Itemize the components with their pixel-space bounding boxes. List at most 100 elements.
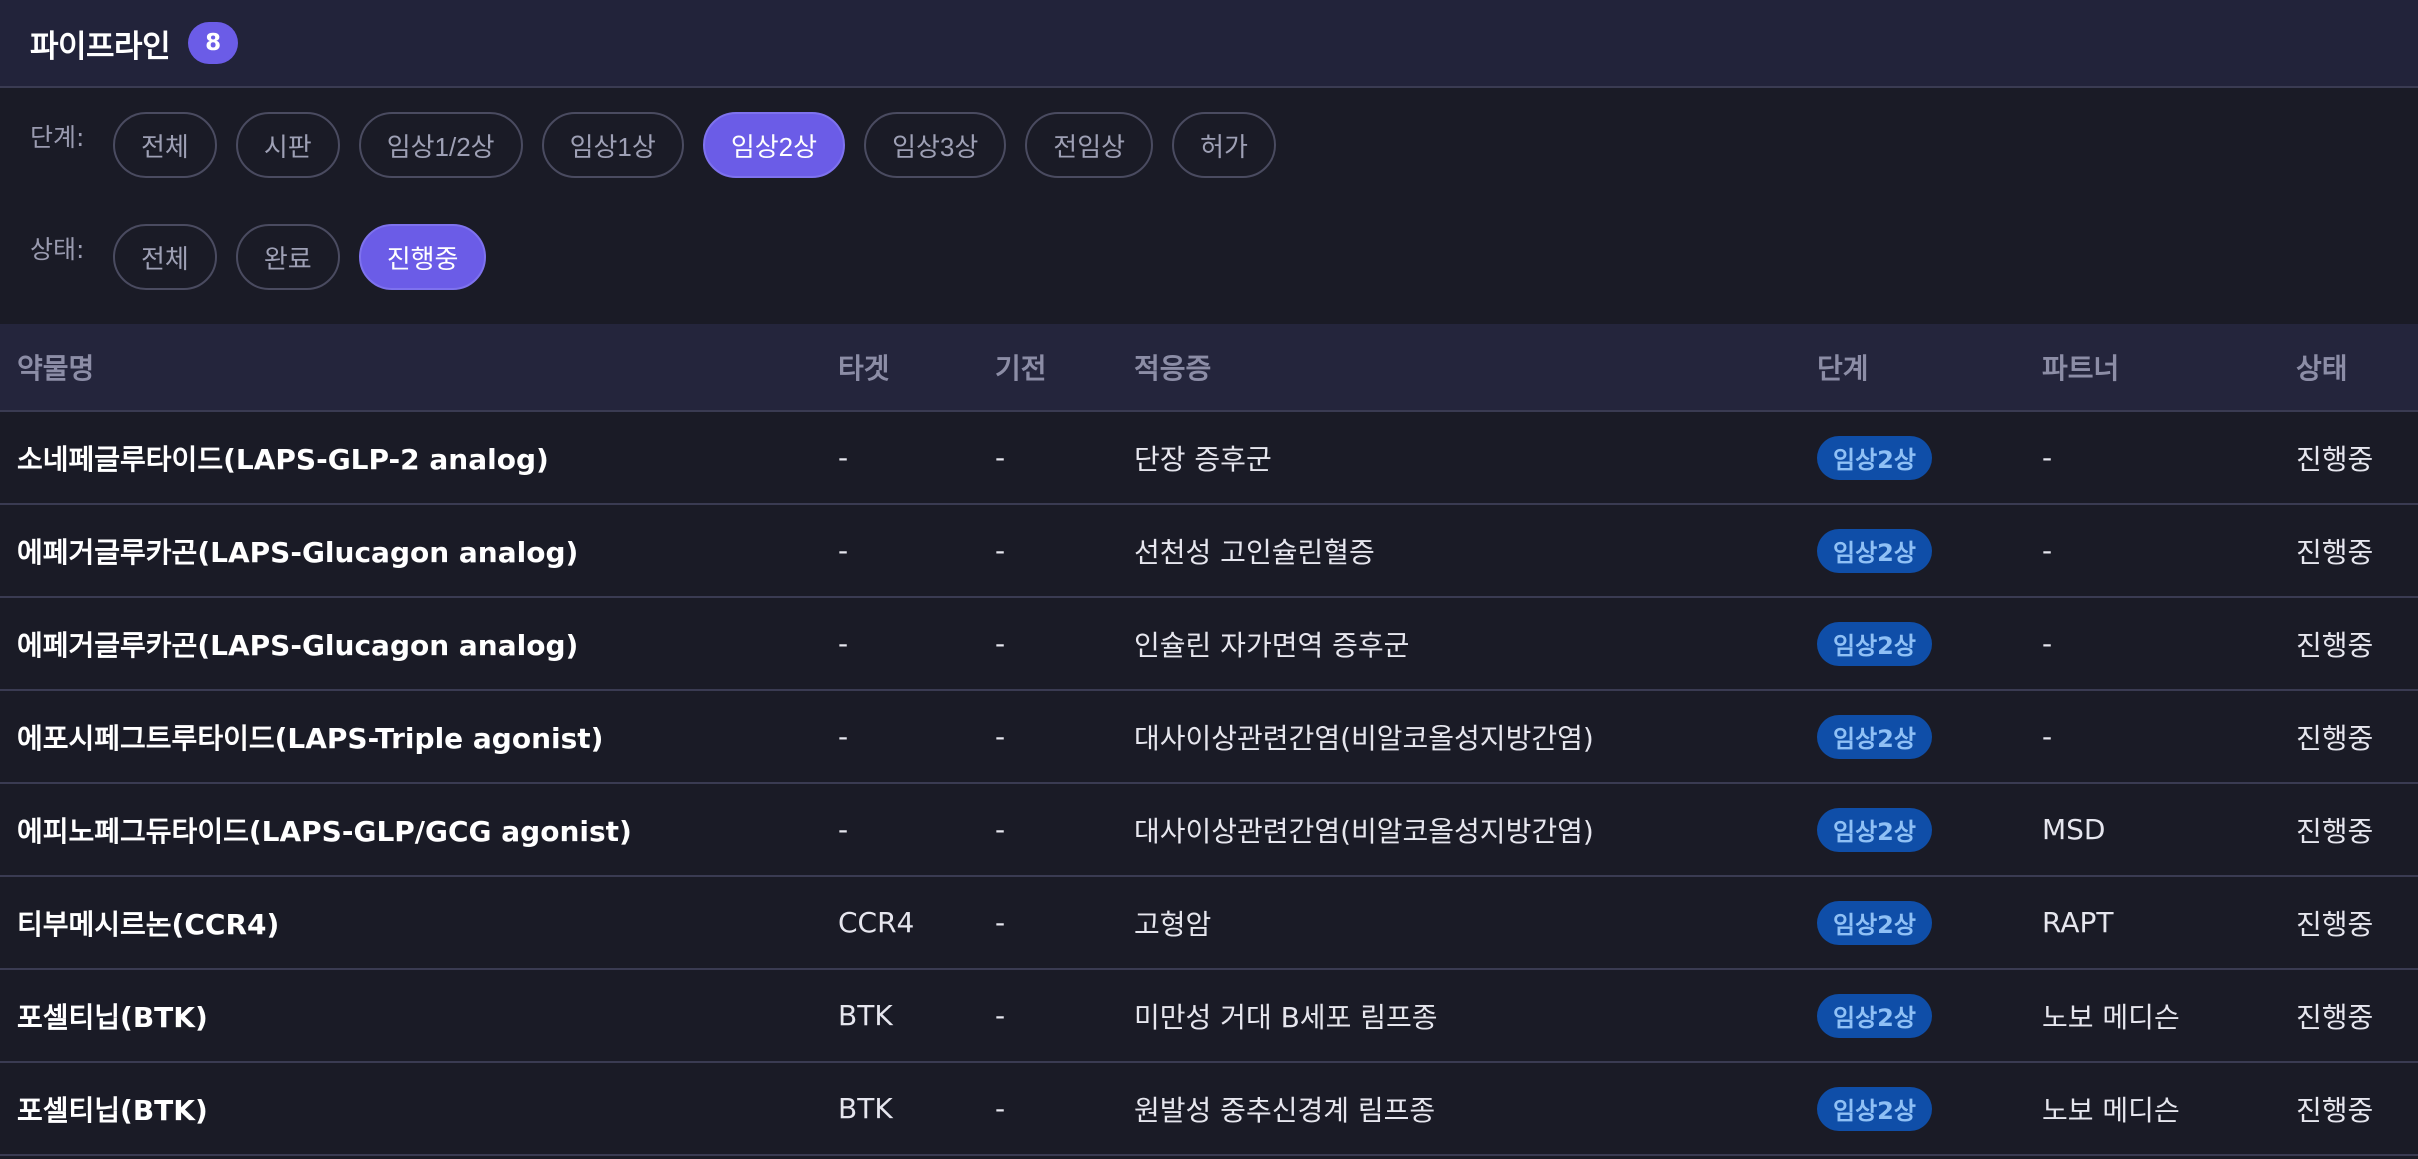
cell-partner: - [2042, 627, 2053, 660]
cell-phase: 임상2상 [1817, 807, 1932, 852]
cell-drug-name: 소네페글루타이드(LAPS-GLP-2 analog) [17, 442, 549, 476]
cell-mechanism: - [995, 906, 1006, 939]
column-header-indication[interactable]: 적응증 [1134, 347, 1211, 387]
phase-filter-chip[interactable]: 전체 [113, 112, 217, 178]
cell-phase: 임상2상 [1817, 621, 1932, 666]
cell-drug-name: 포셀티닙(BTK) [17, 1093, 208, 1127]
phase-filter-chip[interactable]: 시판 [235, 112, 340, 178]
table-row[interactable]: 에페거글루카곤(LAPS-Glucagon analog) - - 인슐린 자가면역 … [0, 598, 2418, 691]
page-title: 파이프라인 [30, 28, 171, 65]
cell-target: - [838, 441, 849, 474]
cell-partner: - [2042, 720, 2053, 753]
cell-indication: 대사이상관련간염(비알코올성지방간염) [1134, 721, 1594, 755]
status-filter-chip[interactable]: 전체 [113, 224, 217, 290]
filter-panel: 단계: 전체 시판 임상1/2상 임상1상 임상2상 임상3상 전임상 허가 상태: 전체 완료… [0, 88, 2418, 324]
status-filter-row: 상태: 전체 완료 진행중 [0, 224, 487, 290]
cell-mechanism: - [995, 534, 1006, 567]
phase-filter-chip[interactable]: 임상3상 [864, 112, 1007, 178]
cell-status: 진행중 [2296, 907, 2374, 941]
cell-status: 진행중 [2296, 442, 2374, 476]
table-row[interactable]: 포셀티닙(BTK) BTK - 미만성 거대 B세포 림프종 임상2상 노보 메디슨 진행중 [0, 970, 2418, 1063]
cell-drug-name: 에페거글루카곤(LAPS-Glucagon analog) [17, 628, 579, 662]
cell-partner: - [2042, 534, 2053, 567]
phase-filter-row: 단계: 전체 시판 임상1/2상 임상1상 임상2상 임상3상 전임상 허가 [0, 112, 1276, 178]
cell-drug-name: 에피노페그듀타이드(LAPS-GLP/GCG agonist) [17, 814, 632, 848]
table-row[interactable]: 소네페글루타이드(LAPS-GLP-2 analog) - - 단장 증후군 임상2상 -… [0, 412, 2418, 505]
cell-indication: 선천성 고인슐린혈증 [1134, 535, 1375, 569]
phase-filter-chip[interactable]: 전임상 [1025, 112, 1154, 178]
cell-mechanism: - [995, 999, 1006, 1032]
phase-badge: 임상2상 [1817, 807, 1932, 852]
cell-indication: 원발성 중추신경계 림프종 [1134, 1093, 1436, 1127]
cell-target: BTK [838, 999, 893, 1032]
cell-indication: 대사이상관련간염(비알코올성지방간염) [1134, 814, 1594, 848]
pipeline-page: 파이프라인 8 단계: 전체 시판 임상1/2상 임상1상 임상2상 임상3상 전임상 허가 … [0, 0, 2418, 1159]
table-row[interactable]: 에피노페그듀타이드(LAPS-GLP/GCG agonist) - - 대사이상관련간… [0, 784, 2418, 877]
status-filter-label: 상태: [30, 235, 85, 264]
column-header-mechanism[interactable]: 기전 [995, 347, 1047, 387]
cell-status: 진행중 [2296, 535, 2374, 569]
table-header: 약물명 타겟 기전 적응증 단계 파트너 상태 [0, 324, 2418, 412]
cell-phase: 임상2상 [1817, 528, 1932, 573]
cell-phase: 임상2상 [1817, 993, 1932, 1038]
column-header-status[interactable]: 상태 [2296, 347, 2348, 387]
cell-status: 진행중 [2296, 628, 2374, 662]
column-header-partner[interactable]: 파트너 [2042, 347, 2119, 387]
cell-drug-name: 포셀티닙(BTK) [17, 1000, 208, 1034]
cell-target: - [838, 534, 849, 567]
cell-partner: RAPT [2042, 906, 2114, 939]
phase-badge: 임상2상 [1817, 993, 1932, 1038]
status-filter-chip[interactable]: 완료 [235, 224, 340, 290]
cell-partner: MSD [2042, 813, 2106, 846]
cell-status: 진행중 [2296, 721, 2374, 755]
phase-filter-chips: 전체 시판 임상1/2상 임상1상 임상2상 임상3상 전임상 허가 [113, 112, 1276, 178]
pipeline-count-badge: 8 [188, 22, 239, 64]
cell-drug-name: 에페거글루카곤(LAPS-Glucagon analog) [17, 535, 579, 569]
table-row[interactable]: 에포시페그트루타이드(LAPS-Triple agonist) - - 대사이상관련간… [0, 691, 2418, 784]
cell-target: BTK [838, 1092, 893, 1125]
cell-indication: 고형암 [1134, 907, 1212, 941]
column-header-target[interactable]: 타겟 [838, 347, 890, 387]
cell-status: 진행중 [2296, 1000, 2374, 1034]
cell-target: - [838, 720, 849, 753]
cell-partner: 노보 메디슨 [2042, 1093, 2180, 1127]
cell-phase: 임상2상 [1817, 435, 1932, 480]
table-row[interactable]: 포셀티닙(BTK) BTK - 원발성 중추신경계 림프종 임상2상 노보 메디슨 진행중 [0, 1063, 2418, 1156]
table-row[interactable]: 티부메시르논(CCR4) CCR4 - 고형암 임상2상 RAPT 진행중 [0, 877, 2418, 970]
cell-mechanism: - [995, 627, 1006, 660]
table-body: 소네페글루타이드(LAPS-GLP-2 analog) - - 단장 증후군 임상2상 -… [0, 412, 2418, 1156]
phase-filter-chip[interactable]: 임상1/2상 [358, 112, 523, 178]
cell-partner: 노보 메디슨 [2042, 1000, 2180, 1034]
phase-badge: 임상2상 [1817, 621, 1932, 666]
cell-mechanism: - [995, 441, 1006, 474]
cell-target: CCR4 [838, 906, 915, 939]
phase-badge: 임상2상 [1817, 528, 1932, 573]
cell-target: - [838, 813, 849, 846]
cell-mechanism: - [995, 720, 1006, 753]
pipeline-table: 약물명 타겟 기전 적응증 단계 파트너 상태 소네페글루타이드(LAPS-GL… [0, 324, 2418, 1156]
status-filter-chips: 전체 완료 진행중 [113, 224, 487, 290]
phase-badge: 임상2상 [1817, 435, 1932, 480]
cell-phase: 임상2상 [1817, 714, 1932, 759]
phase-filter-chip[interactable]: 허가 [1172, 112, 1276, 178]
cell-phase: 임상2상 [1817, 1086, 1932, 1131]
phase-filter-label: 단계: [30, 123, 85, 152]
cell-indication: 단장 증후군 [1134, 442, 1272, 476]
cell-indication: 미만성 거대 B세포 림프종 [1134, 1000, 1438, 1034]
table-row[interactable]: 에페거글루카곤(LAPS-Glucagon analog) - - 선천성 고인슐린혈… [0, 505, 2418, 598]
column-header-drug[interactable]: 약물명 [17, 347, 94, 387]
cell-partner: - [2042, 441, 2053, 474]
phase-badge: 임상2상 [1817, 900, 1932, 945]
phase-filter-chip[interactable]: 임상1상 [541, 112, 684, 178]
cell-target: - [838, 627, 849, 660]
cell-status: 진행중 [2296, 1093, 2374, 1127]
cell-status: 진행중 [2296, 814, 2374, 848]
column-header-phase[interactable]: 단계 [1817, 347, 1869, 387]
phase-filter-chip[interactable]: 임상2상 [702, 112, 846, 178]
phase-badge: 임상2상 [1817, 714, 1932, 759]
cell-mechanism: - [995, 813, 1006, 846]
cell-mechanism: - [995, 1092, 1006, 1125]
cell-drug-name: 티부메시르논(CCR4) [17, 907, 280, 941]
phase-badge: 임상2상 [1817, 1086, 1932, 1131]
status-filter-chip[interactable]: 진행중 [358, 224, 487, 290]
